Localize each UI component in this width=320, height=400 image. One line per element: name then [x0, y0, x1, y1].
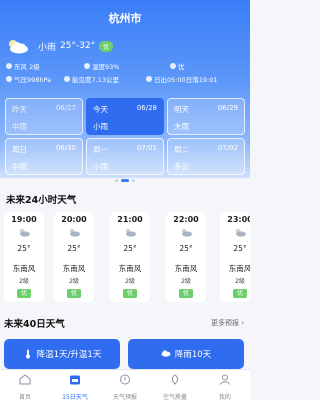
day-card-sunday[interactable]: 周日 06/30 中雨 — [5, 138, 83, 175]
wind-icon — [6, 63, 12, 69]
leaf-icon — [170, 63, 176, 69]
tab-15day[interactable]: 15日天气 — [50, 370, 100, 400]
more-forecast-link[interactable]: 更多预报 › — [211, 318, 244, 328]
alert-icon — [120, 374, 130, 385]
current-weather: 小雨 25°-32° 优 — [6, 38, 114, 54]
cloud-moon-icon — [69, 228, 80, 237]
aqi-badge: 优 — [99, 40, 114, 52]
aqi-badge: 优 — [179, 289, 193, 298]
cloud-moon-icon — [9, 40, 28, 54]
day-card-tuesday[interactable]: 周二 07/02 多云 — [167, 138, 245, 175]
bottom-tab-bar: 首页 15日天气 天气预报 空气质量 我的 — [0, 369, 250, 400]
humidity-info: 湿度93% — [84, 61, 170, 71]
rain-days-card[interactable]: 降雨10天 — [128, 339, 244, 369]
page-indicator — [0, 179, 250, 182]
temperature-trend-card[interactable]: 降温1天/升温1天 — [4, 339, 120, 369]
tab-home[interactable]: 首页 — [0, 370, 50, 400]
day-card-tomorrow[interactable]: 明天 06/29 大雨 — [167, 98, 245, 135]
aqi-badge: 优 — [123, 289, 137, 298]
cloud-moon-icon — [125, 228, 136, 237]
forty-day-title: 未来40日天气 — [4, 319, 65, 330]
cloud-moon-icon — [19, 228, 30, 237]
day-card-yesterday[interactable]: 昨天 06/27 中雨 — [5, 98, 83, 135]
pressure-info: 气压998hPa — [6, 74, 64, 84]
info-row-2: 气压998hPa 能见度7.13公里 日出05:00日落19:01 — [6, 74, 246, 84]
humidity-icon — [84, 63, 90, 69]
hour-card: 20:00 25° 东南风 2级 优 — [54, 212, 94, 302]
rain-cloud-icon — [161, 350, 171, 357]
aqi-badge: 优 — [67, 289, 81, 298]
thermometer-icon — [25, 349, 30, 359]
home-icon — [19, 374, 31, 385]
eye-icon — [64, 76, 70, 82]
hour-card: 23:00 25° 东南风 2级 优 — [220, 212, 250, 302]
hourly-title: 未来24小时天气 — [6, 195, 77, 206]
weather-header: 杭州市 小雨 25°-32° 优 东风 2级 湿度93% 优 气压998hPa … — [0, 0, 250, 178]
visibility-info: 能见度7.13公里 — [64, 74, 146, 84]
cloud-moon-icon — [235, 228, 246, 237]
cloud-moon-icon — [181, 228, 192, 237]
air-icon — [171, 374, 179, 385]
city-title[interactable]: 杭州市 — [0, 10, 250, 26]
daily-grid: 昨天 06/27 中雨 今天 06/28 小雨 明天 06/29 大雨 周日 0… — [5, 98, 245, 175]
aqi-badge: 优 — [17, 289, 31, 298]
page-dot — [132, 179, 135, 182]
page-dot-active — [121, 179, 129, 182]
current-condition: 小雨 — [38, 42, 57, 53]
info-row-1: 东风 2级 湿度93% 优 — [6, 61, 246, 71]
pressure-icon — [6, 76, 12, 82]
calendar-icon — [70, 375, 80, 385]
aqi-badge: 优 — [233, 289, 247, 298]
tab-profile[interactable]: 我的 — [200, 370, 250, 400]
hourly-forecast[interactable]: 19:00 25° 东南风 2级 优 20:00 25° 东南风 2级 优 21… — [4, 212, 254, 302]
day-card-today[interactable]: 今天 06/28 小雨 — [86, 98, 164, 135]
current-temp-range: 25°-32° — [60, 41, 96, 51]
user-icon — [220, 374, 230, 385]
page-dot — [115, 179, 118, 182]
day-card-monday[interactable]: 周一 07/01 小雨 — [86, 138, 164, 175]
sun-info: 日出05:00日落19:01 — [146, 74, 217, 84]
tab-forecast[interactable]: 天气预报 — [100, 370, 150, 400]
hour-card: 19:00 25° 东南风 2级 优 — [4, 212, 44, 302]
air-info: 优 — [170, 61, 185, 71]
tab-air-quality[interactable]: 空气质量 — [150, 370, 200, 400]
hour-card: 22:00 25° 东南风 2级 优 — [166, 212, 206, 302]
sunrise-icon — [146, 76, 152, 82]
hour-card: 21:00 25° 东南风 2级 优 — [110, 212, 150, 302]
wind-info: 东风 2级 — [6, 61, 84, 71]
